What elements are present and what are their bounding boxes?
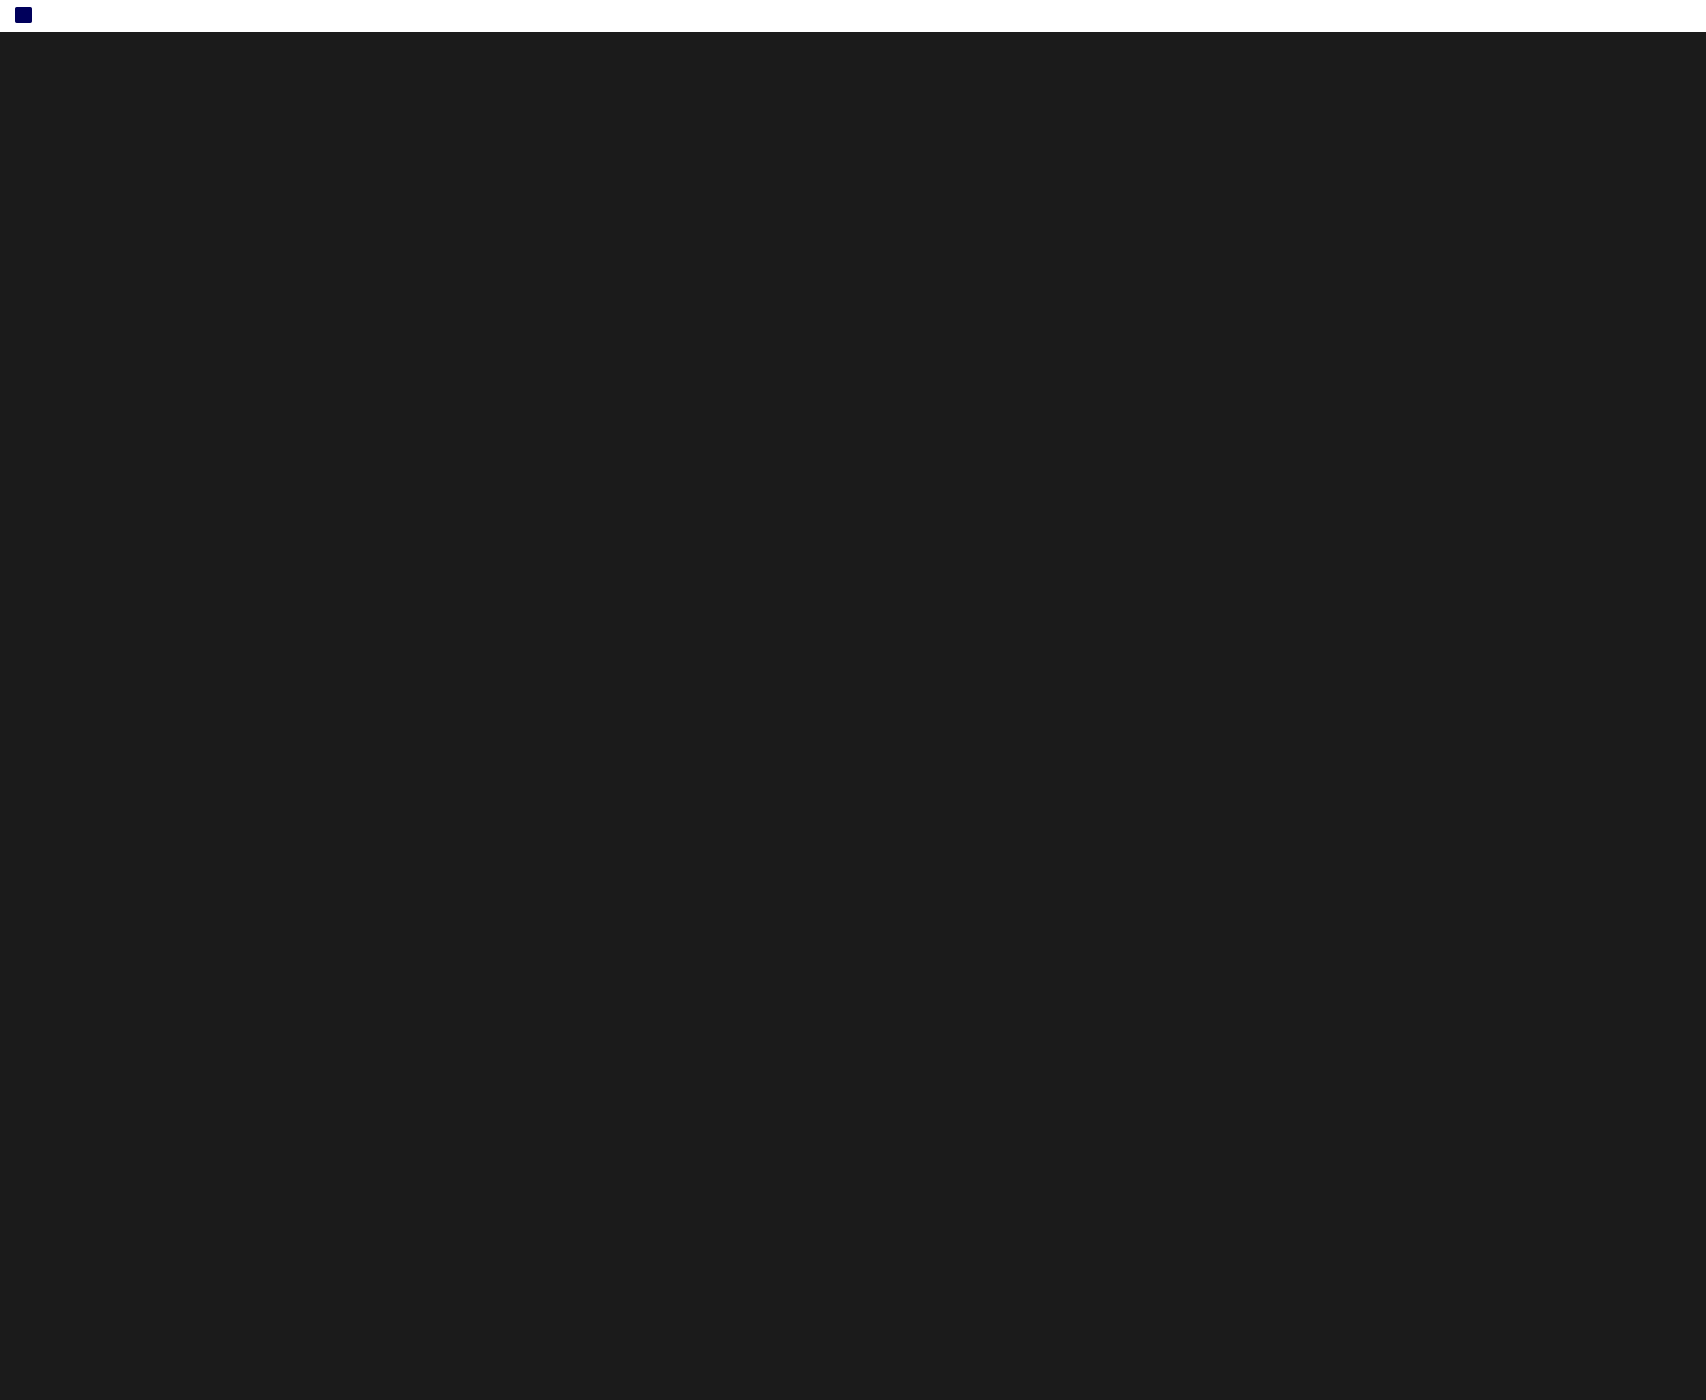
app-logo [15, 7, 32, 23]
minimize-button[interactable] [1612, 4, 1646, 28]
title-bar [0, 0, 1706, 32]
